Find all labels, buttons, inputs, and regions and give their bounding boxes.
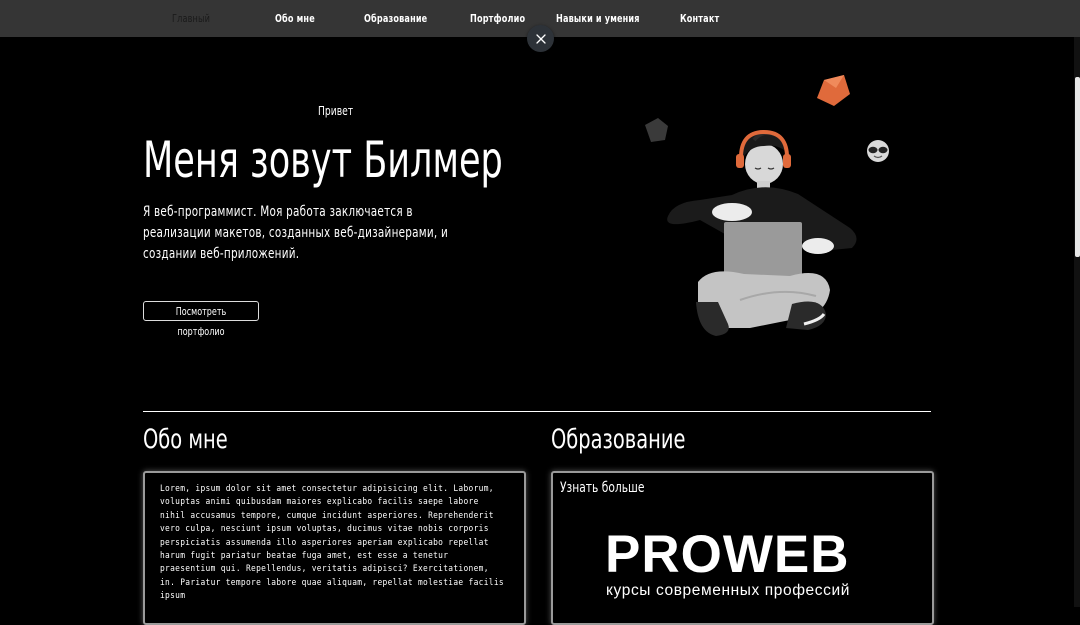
section-divider: [143, 411, 931, 412]
learn-more-link[interactable]: Узнать больше: [560, 480, 644, 496]
hero-description: Я веб-программист. Моя работа заключаетс…: [143, 204, 449, 262]
education-title: Образование: [551, 424, 686, 455]
about-title: Обо мне: [143, 424, 228, 455]
close-button[interactable]: [527, 25, 554, 52]
proweb-logo-subtitle: курсы современных профессий: [606, 582, 850, 599]
developer-illustration: [645, 75, 889, 336]
page-scrollbar[interactable]: [1074, 37, 1080, 607]
nav-item-skills[interactable]: Навыки и умения: [556, 12, 640, 25]
nav-item-education[interactable]: Образование: [364, 12, 427, 25]
scrollbar-thumb[interactable]: [1075, 77, 1080, 257]
character-head: [736, 129, 791, 189]
view-portfolio-label: Посмотреть портфолио: [175, 306, 227, 338]
dark-cube-icon: [645, 118, 668, 142]
about-text: Lorem, ipsum dolor sit amet consectetur …: [160, 483, 504, 602]
nav-item-contact[interactable]: Контакт: [680, 12, 719, 25]
proweb-logo: PROWEB: [605, 525, 850, 584]
view-portfolio-button[interactable]: Посмотреть портфолио: [143, 301, 259, 338]
hero-greeting: Привет: [318, 104, 354, 118]
nav-item-home[interactable]: Главный: [172, 12, 210, 25]
sunglasses-emoji-icon: [867, 140, 889, 162]
nav-item-about[interactable]: Обо мне: [275, 12, 315, 25]
education-card[interactable]: Узнать больше PROWEB курсы современных п…: [551, 471, 934, 625]
close-icon: [535, 33, 546, 44]
hero-title: Меня зовут Билмер: [143, 131, 503, 189]
nav-item-portfolio[interactable]: Портфолио: [470, 12, 525, 25]
about-card: Lorem, ipsum dolor sit amet consectetur …: [143, 471, 526, 625]
